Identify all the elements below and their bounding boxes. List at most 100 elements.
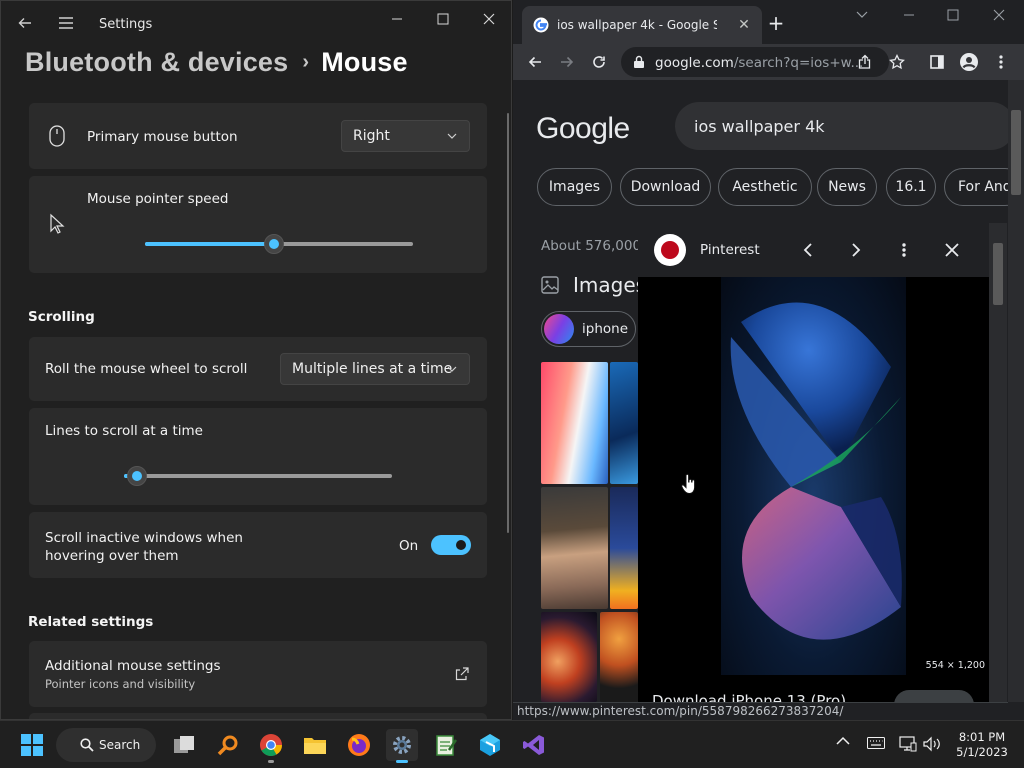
preview-scrollbar[interactable] [989, 223, 1007, 703]
result-thumb[interactable] [541, 612, 597, 702]
primary-button-card: Primary mouse button Right [29, 103, 487, 169]
pointer-speed-slider[interactable] [145, 234, 413, 254]
preview-image[interactable] [721, 277, 906, 675]
chrome-window: ios wallpaper 4k - Google Search ✕ + goo… [513, 0, 1024, 720]
breadcrumb-separator: › [302, 51, 310, 73]
minimize-icon[interactable] [903, 9, 915, 21]
settings-titlebar: Settings [1, 1, 511, 49]
pointer-speed-card: Mouse pointer speed [29, 176, 487, 273]
chevron-left-icon[interactable] [796, 238, 820, 262]
chip-aesthetic[interactable]: Aesthetic [718, 168, 812, 206]
search-query: ios wallpaper 4k [694, 117, 825, 136]
images-heading: Images [573, 273, 647, 297]
additional-mouse-card[interactable]: Additional mouse settings Pointer icons … [29, 641, 487, 707]
network-icon[interactable] [899, 736, 917, 756]
taskbar-search[interactable]: Search [56, 728, 156, 762]
taskbar-app-notepad[interactable] [430, 729, 462, 761]
preview-caption[interactable]: Download iPhone 13 (Pro) [652, 686, 872, 703]
taskbar-app-file-explorer[interactable] [299, 729, 331, 761]
kebab-menu-icon[interactable] [989, 50, 1013, 74]
google-logo[interactable]: Google [536, 112, 630, 146]
status-bar: https://www.pinterest.com/pin/5587982662… [513, 702, 1008, 720]
result-thumb[interactable] [600, 612, 638, 702]
status-url: https://www.pinterest.com/pin/5587982662… [517, 704, 844, 718]
roll-wheel-dropdown[interactable]: Multiple lines at a time [280, 353, 470, 385]
pinterest-logo-icon [654, 234, 686, 266]
taskbar-app-firefox[interactable] [343, 729, 375, 761]
side-panel-icon[interactable] [925, 50, 949, 74]
mouse-icon [49, 125, 65, 147]
next-card-edge [29, 713, 487, 719]
minimize-icon [392, 18, 402, 20]
chevron-down-icon [447, 366, 457, 372]
lines-scroll-thumb[interactable] [127, 466, 147, 486]
google-search-box[interactable]: ios wallpaper 4k [675, 102, 1008, 150]
taskbar-app-chrome[interactable] [255, 729, 287, 763]
forward-arrow-icon[interactable] [555, 50, 579, 74]
volume-icon[interactable] [922, 736, 942, 756]
tray-overflow-chevron-icon[interactable] [836, 735, 850, 750]
back-button[interactable] [11, 9, 39, 37]
chip-16-1[interactable]: 16.1 [886, 168, 936, 206]
active-tab[interactable]: ios wallpaper 4k - Google Search ✕ [522, 6, 762, 44]
keyboard-icon[interactable] [867, 737, 885, 753]
preview-source[interactable]: Pinterest [700, 242, 760, 258]
scroll-inactive-toggle[interactable] [431, 535, 471, 555]
result-thumb[interactable] [610, 362, 638, 484]
task-view-button[interactable] [168, 729, 200, 761]
result-thumb[interactable] [541, 362, 608, 484]
browser-toolbar: google.com/search?q=ios+w... [513, 44, 1024, 80]
close-icon[interactable] [993, 9, 1005, 21]
tab-close-icon[interactable]: ✕ [734, 15, 754, 35]
lines-scroll-card: Lines to scroll at a time [29, 408, 487, 505]
taskbar: Search 8:01 PM 5/1/2023 [0, 720, 1024, 768]
close-icon[interactable] [940, 238, 964, 262]
bookmark-star-icon[interactable] [885, 50, 909, 74]
notepad-icon [436, 735, 457, 756]
pointer-icon [50, 213, 65, 234]
reload-icon[interactable] [587, 50, 611, 74]
maximize-button[interactable] [420, 5, 466, 33]
chip-for-android[interactable]: For And [944, 168, 1008, 206]
taskbar-app-settings[interactable] [386, 729, 418, 763]
minimize-button[interactable] [374, 5, 420, 33]
address-bar[interactable]: google.com/search?q=ios+w... [621, 47, 889, 77]
taskbar-app-azure-data-studio[interactable] [474, 729, 506, 761]
close-button[interactable] [466, 5, 511, 33]
search-icon [80, 738, 94, 752]
iphone-chip[interactable]: iphone [541, 311, 636, 347]
roll-wheel-value: Multiple lines at a time [292, 361, 453, 377]
breadcrumb-parent[interactable]: Bluetooth & devices [25, 47, 288, 77]
taskbar-app-visual-studio[interactable] [518, 729, 550, 761]
profile-avatar-icon[interactable] [957, 50, 981, 74]
more-options-icon[interactable] [892, 238, 916, 262]
chip-news[interactable]: News [817, 168, 877, 206]
page-scrollbar[interactable] [1008, 80, 1024, 702]
lines-scroll-slider[interactable] [124, 466, 392, 486]
taskbar-clock[interactable]: 8:01 PM 5/1/2023 [952, 730, 1012, 760]
start-button[interactable] [16, 729, 48, 761]
settings-scrollbar[interactable] [507, 113, 509, 533]
pointer-speed-thumb[interactable] [264, 234, 284, 254]
primary-button-dropdown[interactable]: Right [341, 120, 470, 152]
image-dimensions: 554 × 1,200 [925, 660, 985, 671]
hamburger-icon [59, 17, 73, 29]
tab-search-chevron-icon[interactable] [856, 9, 868, 21]
result-thumb[interactable] [541, 487, 608, 609]
result-thumb[interactable] [610, 487, 638, 609]
share-icon[interactable] [853, 50, 877, 74]
page-scrollbar-thumb[interactable] [1011, 110, 1021, 195]
maximize-icon[interactable] [947, 9, 959, 21]
additional-mouse-sub: Pointer icons and visibility [45, 677, 196, 691]
chip-images[interactable]: Images [537, 168, 612, 206]
taskbar-search-label: Search [99, 738, 141, 752]
new-tab-icon[interactable]: + [765, 11, 787, 35]
scroll-inactive-card: Scroll inactive windows when hovering ov… [29, 512, 487, 578]
preview-scrollbar-thumb[interactable] [993, 243, 1003, 305]
chevron-right-icon[interactable] [844, 238, 868, 262]
nav-menu-button[interactable] [52, 9, 80, 37]
back-arrow-icon[interactable] [523, 50, 547, 74]
hand-cursor-icon [681, 473, 696, 495]
taskbar-app-search-tool[interactable] [212, 729, 244, 761]
chip-download[interactable]: Download [620, 168, 711, 206]
